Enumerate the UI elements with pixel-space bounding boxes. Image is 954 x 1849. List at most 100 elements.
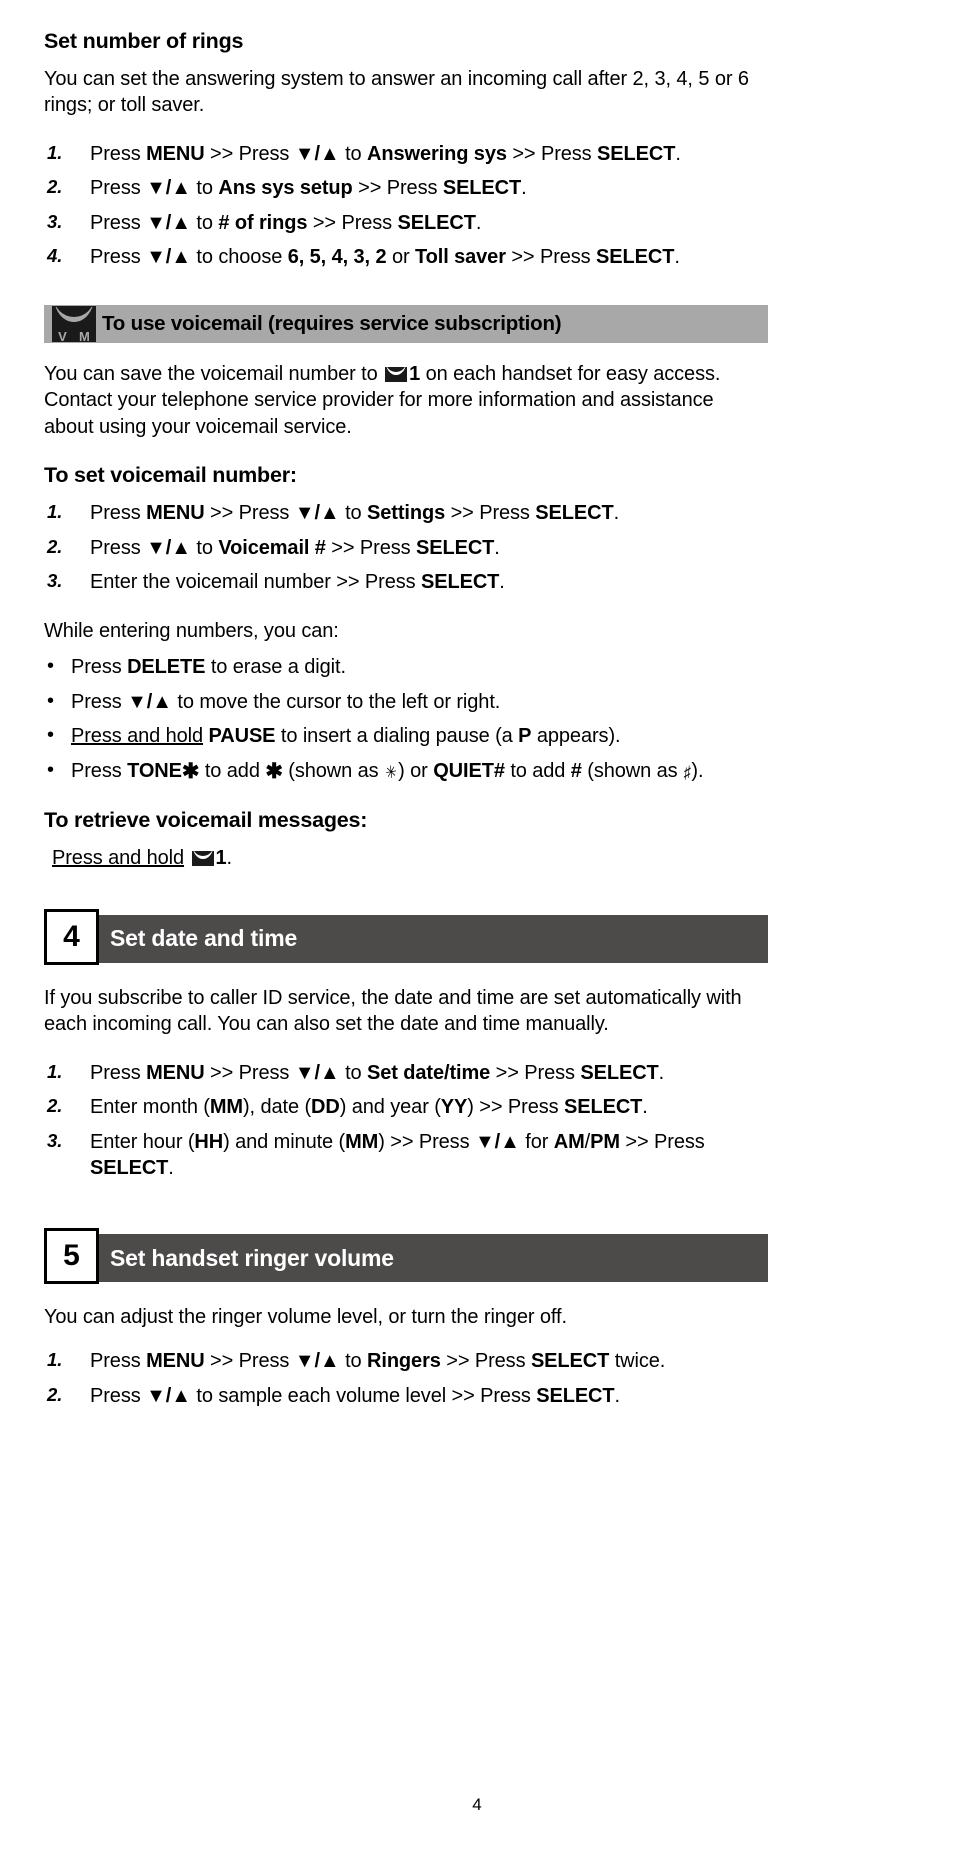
text-run: to xyxy=(339,502,368,525)
step-number: 2. xyxy=(47,1384,63,1406)
emphasis-text: SELECT xyxy=(564,1096,643,1119)
text-run: . xyxy=(658,1061,665,1084)
text-run: . xyxy=(642,1096,648,1119)
step-number: 1. xyxy=(47,501,63,523)
emphasis-text: SELECT xyxy=(536,1385,615,1408)
emphasis-text: ▼/▲ xyxy=(146,1385,191,1408)
text-run: ), date ( xyxy=(243,1096,312,1119)
step-number: 1. xyxy=(47,141,63,163)
text-run: . xyxy=(226,846,233,869)
bullet-marker: • xyxy=(47,689,54,712)
star-key-icon: ✱ xyxy=(181,760,200,784)
bullet-text: Press DELETE to erase a digit. xyxy=(71,656,346,678)
text-run: Press xyxy=(90,1350,147,1373)
step-text: Press MENU >> Press ▼/▲ to Settings >> P… xyxy=(90,502,619,524)
text-run: >> Press xyxy=(204,1061,295,1084)
bullet-item: • Press and hold PAUSE to insert a dialin… xyxy=(44,723,768,750)
text-run: >> Press xyxy=(505,246,597,269)
vm-letters: V M xyxy=(52,330,96,342)
emphasis-text: Answering sys xyxy=(367,142,507,165)
text-run: >> Press xyxy=(352,177,443,200)
text-run: to xyxy=(190,177,219,200)
step-text: Press ▼/▲ to Voicemail # >> Press SELECT… xyxy=(90,537,500,559)
step-number: 4. xyxy=(47,245,63,267)
step-item: 2. Press ▼/▲ to sample each volume level … xyxy=(44,1383,768,1410)
text-run: Press xyxy=(90,536,147,559)
bullet-text: Press TONE✱ to add ✱ (shown as ✳) or QUI… xyxy=(71,760,704,784)
emphasis-text: PM xyxy=(590,1130,620,1153)
emphasis-text: Voicemail # xyxy=(218,536,326,559)
text-run: Press xyxy=(90,142,147,165)
text-run: Press xyxy=(90,1385,147,1408)
step-number: 1. xyxy=(47,1349,63,1371)
text-run: to xyxy=(339,1061,368,1084)
set-voicemail-steps: 1. Press MENU >> Press ▼/▲ to Settings >>… xyxy=(44,500,768,596)
step-text: Press ▼/▲ to # of rings >> Press SELECT. xyxy=(90,212,481,234)
text-run: (shown as xyxy=(581,760,683,783)
text-run: to sample each volume level >> Press xyxy=(190,1385,537,1408)
text-run: Press xyxy=(71,690,128,713)
text-run: to xyxy=(339,1350,368,1373)
emphasis-text: DD xyxy=(311,1096,340,1119)
emphasis-text: Set date/time xyxy=(367,1061,491,1084)
envelope-flap xyxy=(54,307,94,326)
underlined-text: Press and hold xyxy=(71,725,204,748)
star-key-icon: ✱ xyxy=(265,760,283,784)
text-run: appears). xyxy=(531,725,621,748)
text-run: >> Press xyxy=(325,536,416,559)
text-run: . xyxy=(521,177,527,200)
text-run: >> Press xyxy=(506,142,598,165)
vm-letter-m: M xyxy=(79,329,90,343)
page-content: Set number of rings You can set the answ… xyxy=(44,28,768,1418)
text-run: to add xyxy=(504,760,571,783)
step-number: 2. xyxy=(47,176,63,198)
emphasis-text: 1 xyxy=(409,363,421,386)
emphasis-text: 6, 5, 4, 3, 2 xyxy=(287,246,387,269)
step-number: 2. xyxy=(47,1095,63,1117)
step-number: 3. xyxy=(47,210,63,232)
step-text: Press ▼/▲ to choose 6, 5, 4, 3, 2 or Tol… xyxy=(90,246,680,268)
text-run: to add xyxy=(199,760,266,783)
emphasis-text: MM xyxy=(345,1130,379,1153)
voicemail-entry-bullets: • Press DELETE to erase a digit. • Press ▼/… xyxy=(44,654,768,784)
text-run: ) >> Press xyxy=(467,1096,564,1119)
bullet-marker: • xyxy=(47,655,54,678)
emphasis-text: ▼/▲ xyxy=(474,1130,520,1153)
hash-key-label: # xyxy=(493,760,505,783)
step-number: 3. xyxy=(47,1129,63,1151)
text-run: (shown as xyxy=(282,760,384,783)
section-5-number: 5 xyxy=(44,1228,99,1285)
voicemail-envelope-icon: V M xyxy=(52,306,96,343)
emphasis-text: Settings xyxy=(367,502,446,525)
step-item: 4. Press ▼/▲ to choose 6, 5, 4, 3, 2 or T… xyxy=(44,244,768,271)
section-4-header: 4 Set date and time xyxy=(44,908,768,965)
retrieve-voicemail-heading: To retrieve voicemail messages: xyxy=(44,807,368,832)
step-item: 1. Press MENU >> Press ▼/▲ to Settings >>… xyxy=(44,500,768,527)
step-item: 3. Enter the voicemail number >> Press SE… xyxy=(44,569,768,596)
emphasis-text: QUIET xyxy=(433,760,494,783)
section-4-intro: If you subscribe to caller ID service, t… xyxy=(44,986,742,1036)
text-run: >> Press xyxy=(440,1350,531,1373)
text-run: twice. xyxy=(609,1350,666,1373)
text-run: . xyxy=(499,571,505,594)
step-item: 1. Press MENU >> Press ▼/▲ to Set date/ti… xyxy=(44,1060,768,1087)
bullet-marker: • xyxy=(47,724,54,747)
step-item: 3. Enter hour (HH) and minute (MM) >> Pre… xyxy=(44,1129,768,1182)
rings-intro: You can set the answering system to answ… xyxy=(44,67,749,117)
voicemail-section-header: V M To use voicemail (requires service s… xyxy=(44,305,768,344)
step-item: 3. Press ▼/▲ to # of rings >> Press SELEC… xyxy=(44,210,768,237)
text-run: >> Press xyxy=(619,1130,705,1153)
text-run: to erase a digit. xyxy=(205,656,346,679)
envelope-icon xyxy=(191,850,214,866)
bullet-text: Press ▼/▲ to move the cursor to the left… xyxy=(71,691,500,713)
envelope-icon xyxy=(385,367,408,383)
step-text: Enter the voicemail number >> Press SELE… xyxy=(90,571,505,593)
step-text: Press MENU >> Press ▼/▲ to Ringers >> Pr… xyxy=(90,1350,665,1372)
emphasis-text: SELECT xyxy=(530,1350,610,1373)
emphasis-text: ▼/▲ xyxy=(146,246,191,269)
text-run: >> Press xyxy=(204,142,295,165)
text-run: to xyxy=(190,211,219,234)
emphasis-text: Toll saver xyxy=(414,246,506,269)
step-item: 2. Press ▼/▲ to Voicemail # >> Press SELE… xyxy=(44,535,768,562)
emphasis-text: ▼/▲ xyxy=(294,142,340,165)
